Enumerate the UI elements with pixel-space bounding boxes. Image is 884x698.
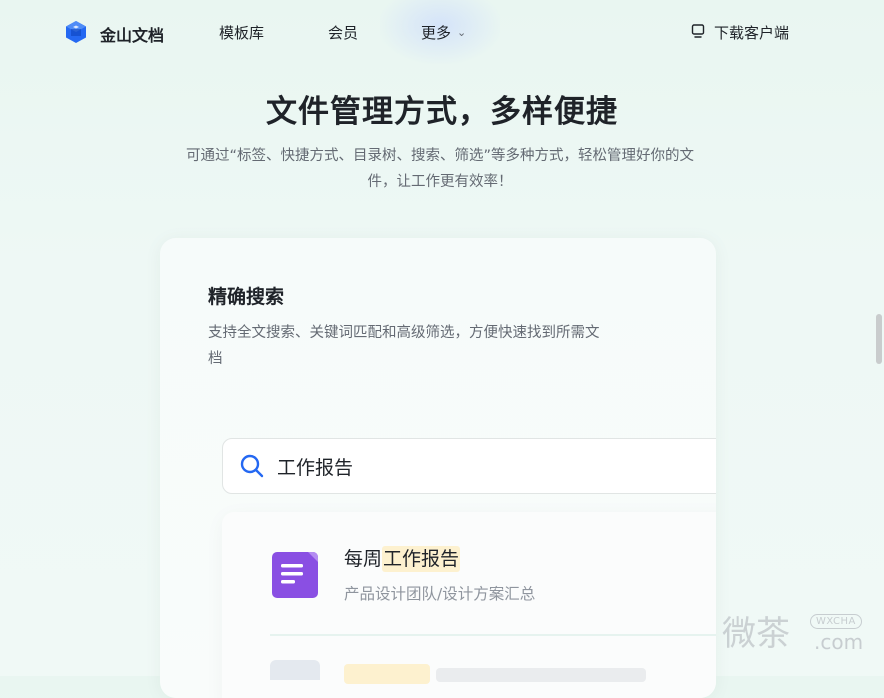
search-input[interactable]: 工作报告 — [222, 438, 716, 494]
result-2-text-partial — [436, 668, 646, 682]
result-title-highlight: 工作报告 — [382, 546, 461, 572]
result-title-prefix: 每周 — [344, 548, 383, 570]
watermark-text: 微茶 — [722, 614, 790, 654]
logo[interactable]: 金山文档 — [64, 20, 164, 48]
nav-link-templates[interactable]: 模板库 — [219, 22, 264, 43]
chevron-down-icon: ⌄ — [457, 26, 467, 39]
search-results-list: 每周工作报告 产品设计团队/设计方案汇总 — [222, 512, 716, 698]
kdocs-logo-icon — [64, 20, 88, 48]
document-icon-partial — [270, 660, 320, 680]
section-headline: 文件管理方式，多样便捷 — [266, 94, 618, 130]
download-client-link[interactable]: 下载客户端 — [690, 22, 789, 43]
feature-description: 支持全文搜索、关键词匹配和高级筛选，方便快速找到所需文档 — [208, 325, 600, 367]
feature-card: 精确搜索 支持全文搜索、关键词匹配和高级筛选，方便快速找到所需文档 工作报告 每… — [160, 238, 716, 698]
nav-link-more[interactable]: 更多 ⌄ — [421, 22, 466, 43]
feature-title: 精确搜索 — [208, 286, 285, 308]
result-path: 产品设计团队/设计方案汇总 — [344, 585, 536, 603]
search-query: 工作报告 — [277, 457, 354, 479]
watermark-badge: WXCHA — [810, 614, 862, 629]
logo-text: 金山文档 — [100, 26, 165, 45]
download-client-label: 下载客户端 — [714, 24, 790, 42]
nav-link-membership[interactable]: 会员 — [328, 22, 358, 43]
top-nav: 金山文档 模板库 会员 更多 ⌄ 下载客户端 — [0, 0, 884, 64]
monitor-icon — [690, 23, 714, 43]
result-2-highlight-partial — [344, 664, 430, 684]
result-divider — [270, 634, 716, 636]
watermark-suffix: .com — [814, 630, 864, 654]
document-icon — [270, 550, 320, 600]
section-subline: 可通过“标签、快捷方式、目录树、搜索、筛选”等多种方式，轻松管理好你的文件，让工… — [185, 148, 695, 190]
nav-more-label: 更多 — [421, 24, 452, 42]
page-scrollbar[interactable] — [876, 314, 882, 364]
result-title[interactable]: 每周工作报告 — [344, 544, 461, 572]
